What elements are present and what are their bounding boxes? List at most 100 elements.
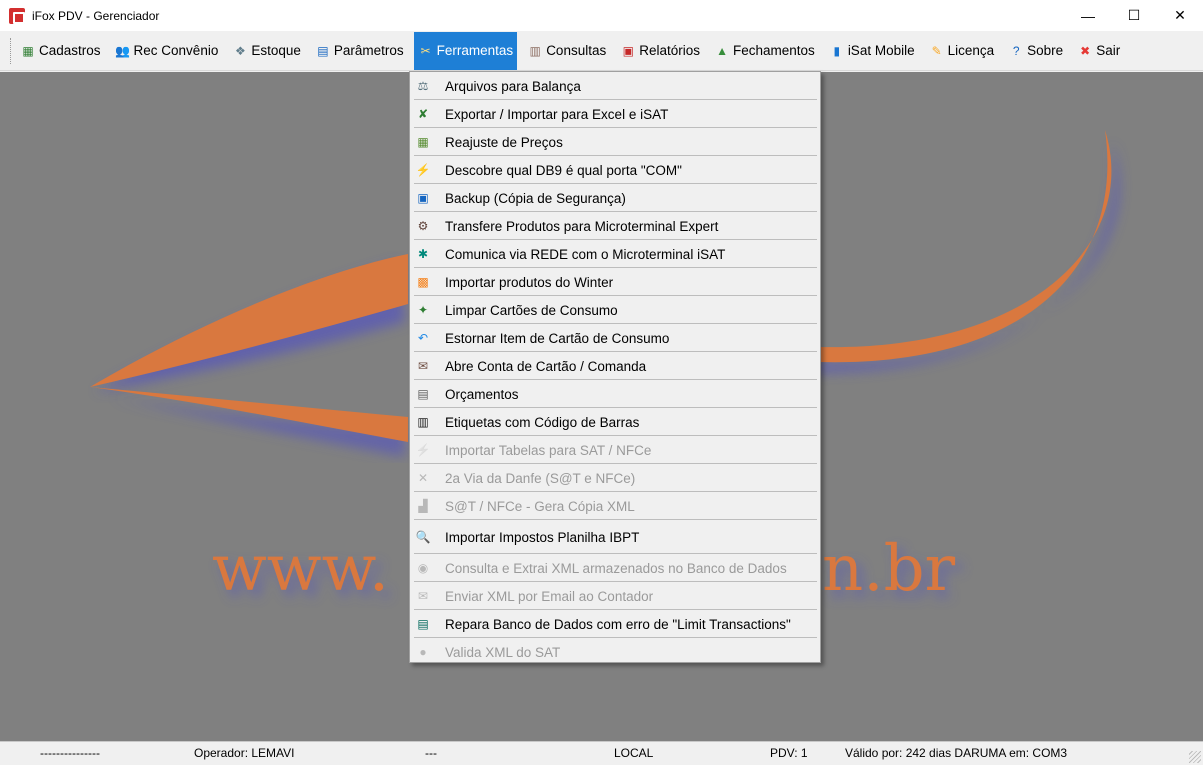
- menu-item-label: Descobre qual DB9 é qual porta "COM": [445, 162, 682, 178]
- status-bar: --------------- Operador: LEMAVI --- LOC…: [0, 741, 1203, 765]
- budget-icon: ▤: [417, 387, 429, 401]
- network-icon: ✱: [417, 247, 429, 261]
- plug-icon: ⚡: [415, 163, 431, 177]
- card-icon: ✉: [417, 359, 429, 373]
- validate-icon: ●: [419, 645, 427, 659]
- menu-rec-conv-nio[interactable]: 👥 Rec Convênio: [111, 32, 223, 70]
- status-location: LOCAL: [614, 746, 654, 760]
- close-button[interactable]: ✕: [1157, 0, 1203, 31]
- window-controls: — ☐ ✕: [1065, 0, 1203, 31]
- toolbar-grip[interactable]: [10, 37, 13, 64]
- menu-sobre[interactable]: ? Sobre: [1004, 32, 1067, 70]
- menu-item-9[interactable]: ↶ Estornar Item de Cartão de Consumo: [410, 324, 820, 352]
- menu-bar: ▦ Cadastros 👥 Rec Convênio ❖ Estoque ▤ Parâmetr…: [0, 31, 1203, 71]
- menu-item-17: ◉ Consulta e Extrai XML armazenados no Ba…: [410, 554, 820, 582]
- menu-item-label: Importar Tabelas para SAT / NFCe: [445, 442, 652, 458]
- status-field-3: ---: [425, 746, 437, 760]
- menu-item-18: ✉ Enviar XML por Email ao Contador: [410, 582, 820, 610]
- status-operator: Operador: LEMAVI: [194, 746, 295, 760]
- menu-label: Consultas: [546, 43, 607, 58]
- menu-item-label: Consulta e Extrai XML armazenados no Ban…: [445, 560, 787, 576]
- menu-label: Parâmetros: [333, 43, 404, 58]
- terminal-icon: ⚙: [417, 219, 429, 233]
- window-title: iFox PDV - Gerenciador: [32, 8, 160, 23]
- title-bar: iFox PDV - Gerenciador — ☐ ✕: [0, 0, 1203, 31]
- menu-isat-mobile[interactable]: ▮ iSat Mobile: [825, 32, 919, 70]
- menu-item-label: Arquivos para Balança: [445, 78, 581, 94]
- undo-icon: ↶: [417, 331, 429, 345]
- menu-item-19[interactable]: ▤ Repara Banco de Dados com erro de "Limi…: [410, 610, 820, 638]
- menu-item-10[interactable]: ✉ Abre Conta de Cartão / Comanda: [410, 352, 820, 380]
- menu-sair[interactable]: ✖ Sair: [1073, 32, 1124, 70]
- menu-item-5[interactable]: ⚙ Transfere Produtos para Microterminal E…: [410, 212, 820, 240]
- help-icon: ?: [1012, 43, 1020, 58]
- menu-item-label: 2a Via da Danfe (S@T e NFCe): [445, 470, 636, 486]
- menu-label: Rec Convênio: [133, 43, 219, 58]
- menu-item-label: Repara Banco de Dados com erro de "Limit…: [445, 616, 791, 632]
- calculator-icon: ▦: [417, 135, 429, 149]
- menu-item-8[interactable]: ✦ Limpar Cartões de Consumo: [410, 296, 820, 324]
- menu-item-16[interactable]: 🔍 Importar Impostos Planilha IBPT: [410, 520, 820, 554]
- settings-window-icon: ▤: [317, 43, 329, 58]
- disk-icon: ▣: [417, 191, 429, 205]
- menu-item-2[interactable]: ▦ Reajuste de Preços: [410, 128, 820, 156]
- menu-consultas[interactable]: ▥ Consultas: [523, 32, 610, 70]
- menu-item-label: Importar Impostos Planilha IBPT: [445, 529, 640, 545]
- menu-item-11[interactable]: ▤ Orçamentos: [410, 380, 820, 408]
- chart-icon: ▲: [716, 43, 728, 58]
- status-pdv: PDV: 1: [770, 746, 808, 760]
- menu-item-label: Reajuste de Preços: [445, 134, 563, 150]
- menu-item-3[interactable]: ⚡ Descobre qual DB9 é qual porta "COM": [410, 156, 820, 184]
- menu-label: Sair: [1096, 43, 1121, 58]
- database-repair-icon: ▤: [417, 617, 429, 631]
- minimize-button[interactable]: —: [1065, 0, 1111, 31]
- menu-item-label: Limpar Cartões de Consumo: [445, 302, 618, 318]
- status-validity: Válido por: 242 dias DARUMA em: COM3: [845, 746, 1068, 760]
- menu-item-label: S@T / NFCe - Gera Cópia XML: [445, 498, 635, 514]
- menu-label: Relatórios: [639, 43, 701, 58]
- menu-estoque[interactable]: ❖ Estoque: [228, 32, 305, 70]
- menu-item-15: ▟ S@T / NFCe - Gera Cópia XML: [410, 492, 820, 520]
- menu-item-6[interactable]: ✱ Comunica via REDE com o Microterminal i…: [410, 240, 820, 268]
- report-icon: ▣: [622, 43, 634, 58]
- menu-item-label: Orçamentos: [445, 386, 519, 402]
- menu-item-label: Comunica via REDE com o Microterminal iS…: [445, 246, 726, 262]
- watermark-text-left: www.: [212, 532, 389, 606]
- key-icon: ✎: [931, 43, 942, 58]
- menu-cadastros[interactable]: ▦ Cadastros: [16, 32, 105, 70]
- menu-item-12[interactable]: ▥ Etiquetas com Código de Barras: [410, 408, 820, 436]
- menu-item-label: Valida XML do SAT: [445, 644, 561, 660]
- menu-licen-a[interactable]: ✎ Licença: [925, 32, 999, 70]
- mobile-icon: ▮: [833, 43, 841, 58]
- email-icon: ✉: [417, 589, 429, 603]
- resize-grip[interactable]: [1189, 751, 1201, 763]
- ferramentas-dropdown: ⚖ Arquivos para Balança ✘ Exportar / Import…: [409, 71, 821, 663]
- folder-icon: ▦: [22, 43, 34, 58]
- tools-icon: ✂: [420, 43, 431, 58]
- exit-icon: ✖: [1080, 43, 1091, 58]
- menu-item-7[interactable]: ▩ Importar produtos do Winter: [410, 268, 820, 296]
- excel-icon: ✘: [417, 107, 429, 121]
- menu-relat-rios[interactable]: ▣ Relatórios: [616, 32, 704, 70]
- scale-icon: ⚖: [417, 79, 429, 93]
- menu-ferramentas[interactable]: ✂ Ferramentas: [413, 31, 518, 70]
- menu-label: Sobre: [1027, 43, 1064, 58]
- watermark-text-right: n.br: [822, 532, 956, 606]
- menu-item-label: Abre Conta de Cartão / Comanda: [445, 358, 647, 374]
- menu-item-1[interactable]: ✘ Exportar / Importar para Excel e iSAT: [410, 100, 820, 128]
- menu-label: Cadastros: [39, 43, 101, 58]
- menu-item-0[interactable]: ⚖ Arquivos para Balança: [410, 72, 820, 100]
- barcode-icon: ▥: [417, 415, 429, 429]
- broom-icon: ✦: [417, 303, 429, 317]
- menu-par-metros[interactable]: ▤ Parâmetros: [311, 32, 408, 70]
- menu-label: Fechamentos: [733, 43, 815, 58]
- menu-fechamentos[interactable]: ▲ Fechamentos: [710, 32, 819, 70]
- scissors-icon: ✕: [417, 471, 429, 485]
- menu-item-label: Backup (Cópia de Segurança): [445, 190, 626, 206]
- xml-copy-icon: ▟: [418, 499, 428, 513]
- database-search-icon: ◉: [417, 561, 429, 575]
- books-icon: ▥: [529, 43, 541, 58]
- menu-item-4[interactable]: ▣ Backup (Cópia de Segurança): [410, 184, 820, 212]
- maximize-button[interactable]: ☐: [1111, 0, 1157, 31]
- menu-label: iSat Mobile: [847, 43, 915, 58]
